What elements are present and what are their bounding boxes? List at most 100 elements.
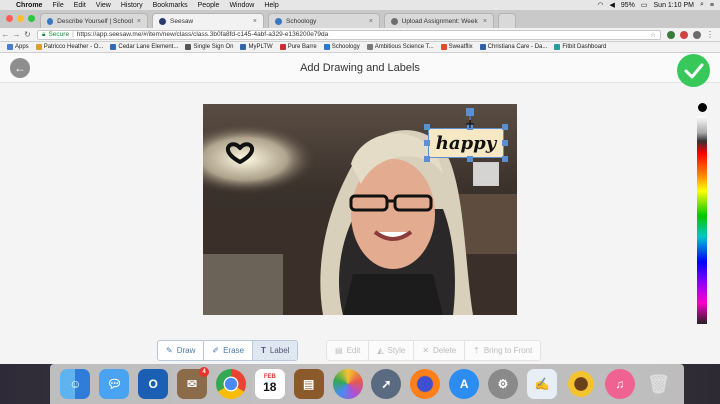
extension-icon[interactable] xyxy=(667,30,675,39)
draw-tool-button[interactable]: ✎ Draw xyxy=(158,341,205,360)
firefox-icon[interactable] xyxy=(410,369,441,399)
bookmark-favicon-icon xyxy=(479,44,486,50)
done-button[interactable] xyxy=(677,54,710,87)
contacts-icon[interactable]: ✉ 4 xyxy=(177,367,210,399)
menu-bookmarks[interactable]: Bookmarks xyxy=(153,2,188,9)
spotlight-icon[interactable]: ⌕ xyxy=(700,1,704,9)
notes-book-icon[interactable]: ▤ xyxy=(293,369,324,399)
erase-tool-button[interactable]: ✐ Erase xyxy=(204,341,253,360)
bookmark-favicon-icon xyxy=(185,44,192,50)
seesaw-page: ← Add Drawing and Labels happy ✎ Draw ✐ … xyxy=(0,53,720,364)
tab-describe-yourself[interactable]: Describe Yourself | Schoology × xyxy=(40,13,148,28)
profile-avatar[interactable] xyxy=(693,30,701,39)
tab-seesaw[interactable]: Seesaw × xyxy=(152,13,264,28)
sunflower-app-icon[interactable] xyxy=(565,369,596,399)
tool-label: Draw xyxy=(176,346,196,355)
system-preferences-icon[interactable]: ⚙ xyxy=(488,369,519,399)
edit-button[interactable]: ▤ Edit xyxy=(327,341,370,360)
editing-toolbar: ✎ Draw ✐ Erase T Label ▤ Edit ◭ Style ✕ xyxy=(0,336,720,364)
battery-percent[interactable]: 95% xyxy=(621,2,635,9)
tab-label: Seesaw xyxy=(170,17,194,25)
tab-label: Describe Yourself | Schoology xyxy=(57,17,133,25)
finder-icon[interactable]: ☺ xyxy=(60,369,91,399)
extensions: ⋮ xyxy=(667,30,714,39)
heart-drawing-icon[interactable] xyxy=(225,142,255,164)
extension-icon[interactable] xyxy=(680,30,688,39)
color-strip[interactable] xyxy=(697,116,707,324)
new-tab-button[interactable] xyxy=(498,13,516,28)
menu-view[interactable]: View xyxy=(96,2,111,9)
close-tab-icon[interactable]: × xyxy=(483,18,487,25)
bring-to-front-button[interactable]: ⇡ Bring to Front xyxy=(465,341,540,360)
menu-help[interactable]: Help xyxy=(264,2,278,9)
drawing-canvas[interactable]: happy xyxy=(203,104,517,315)
app-store-icon[interactable]: A xyxy=(449,369,480,399)
bookmark-item[interactable]: MyPLTW xyxy=(240,44,273,50)
page-title: Add Drawing and Labels xyxy=(300,61,420,74)
photos-icon[interactable] xyxy=(332,369,363,399)
trash-icon[interactable]: 🗑︎ xyxy=(644,369,674,399)
window-controls xyxy=(6,15,35,22)
dock: ☺ 💬︎ O ✉ 4 FEB 18 ▤ ➚ A ⚙ ✍ ♫ 🗑︎ xyxy=(50,364,684,404)
forward-nav-icon[interactable]: → xyxy=(11,30,22,39)
color-palette[interactable] xyxy=(696,103,708,324)
tab-upload-assignment[interactable]: Upload Assignment: Week 3 × xyxy=(384,13,494,28)
menu-window[interactable]: Window xyxy=(229,2,254,9)
close-window-button[interactable] xyxy=(6,15,13,22)
text-icon: T xyxy=(260,346,266,355)
clock[interactable]: Sun 1:10 PM xyxy=(654,2,694,9)
close-tab-icon[interactable]: × xyxy=(137,18,141,25)
delete-button[interactable]: ✕ Delete xyxy=(414,341,466,360)
style-button[interactable]: ◭ Style xyxy=(369,341,415,360)
bookmark-item[interactable]: Schoology xyxy=(323,44,360,50)
tab-schoology[interactable]: Schoology × xyxy=(268,13,380,28)
menu-file[interactable]: File xyxy=(52,2,63,9)
textedit-icon[interactable]: ✍ xyxy=(526,369,557,399)
outlook-icon[interactable]: O xyxy=(138,369,169,399)
menu-people[interactable]: People xyxy=(198,2,220,9)
reload-icon[interactable]: ↻ xyxy=(22,30,33,39)
notification-center-icon[interactable]: ≡ xyxy=(710,2,714,9)
tool-group: ✎ Draw ✐ Erase T Label xyxy=(157,340,299,361)
omnibox[interactable]: 🔒︎ Secure | https://app.seesaw.me/#/item… xyxy=(37,29,661,40)
selected-color-swatch[interactable] xyxy=(697,103,707,112)
battery-icon[interactable]: ▭ xyxy=(641,1,648,9)
bookmark-favicon-icon xyxy=(440,44,447,50)
bookmark-item[interactable]: Patricco Heather - O... xyxy=(35,44,103,50)
arrow-left-icon: ← xyxy=(14,61,26,75)
close-tab-icon[interactable]: × xyxy=(369,18,373,25)
bookmark-item[interactable]: Sweatflix xyxy=(440,44,473,50)
itunes-icon[interactable]: ♫ xyxy=(604,369,635,399)
menu-history[interactable]: History xyxy=(121,2,143,9)
back-nav-icon[interactable]: ← xyxy=(0,30,11,39)
calendar-icon[interactable]: FEB 18 xyxy=(254,369,285,399)
label-tool-button[interactable]: T Label xyxy=(252,341,298,360)
bookmark-favicon-icon xyxy=(366,44,373,50)
menu-app-name[interactable]: Chrome xyxy=(16,2,42,9)
messages-icon[interactable]: 💬︎ xyxy=(99,369,130,399)
bookmark-star-icon[interactable]: ☆ xyxy=(650,31,656,39)
back-button[interactable]: ← xyxy=(10,58,30,78)
bookmark-item[interactable]: Fitbit Dashboard xyxy=(554,44,606,50)
bookmark-item[interactable]: Pure Barre xyxy=(279,44,317,50)
chrome-icon[interactable] xyxy=(215,369,246,399)
bookmark-item[interactable]: Cedar Lane Element... xyxy=(110,44,178,50)
bookmark-apps[interactable]: Apps xyxy=(7,44,29,50)
zoom-window-button[interactable] xyxy=(28,15,35,22)
close-tab-icon[interactable]: × xyxy=(253,18,257,25)
volume-icon[interactable]: ◀ xyxy=(609,1,614,9)
delete-icon: ✕ xyxy=(422,346,430,355)
bookmark-favicon-icon xyxy=(110,44,117,50)
url-text[interactable]: https://app.seesaw.me/#/item/new/class/c… xyxy=(77,31,329,38)
bookmark-item[interactable]: Single Sign On xyxy=(185,44,233,50)
chrome-menu-icon[interactable]: ⋮ xyxy=(706,30,714,39)
wifi-icon[interactable]: ◠ xyxy=(597,1,603,9)
bookmark-item[interactable]: Christiana Care - Da... xyxy=(479,44,547,50)
page-header: ← Add Drawing and Labels xyxy=(0,53,720,87)
bookmark-item[interactable]: Ambitious Science T... xyxy=(366,44,434,50)
launchpad-icon[interactable]: ➚ xyxy=(371,369,402,399)
bookmark-label: Single Sign On xyxy=(193,44,234,50)
action-label: Style xyxy=(387,346,406,355)
menu-edit[interactable]: Edit xyxy=(74,2,86,9)
minimize-window-button[interactable] xyxy=(17,15,24,22)
